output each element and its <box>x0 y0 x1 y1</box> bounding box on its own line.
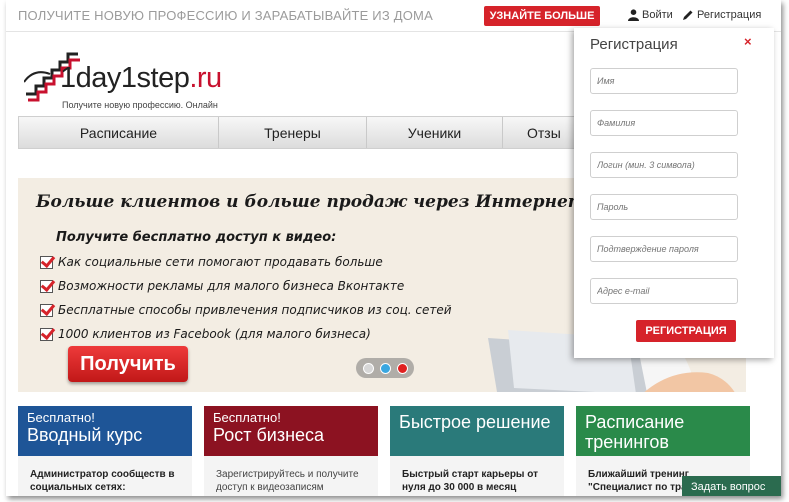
password-field[interactable] <box>590 194 738 220</box>
checkbox-checked-icon <box>40 279 53 293</box>
pencil-icon <box>683 10 693 20</box>
card-intro-course[interactable]: Бесплатно! Вводный курс Администратор со… <box>18 406 192 496</box>
top-tagline: ПОЛУЧИТЕ НОВУЮ ПРОФЕССИЮ И ЗАРАБАТЫВАЙТЕ… <box>18 8 433 23</box>
get-access-button[interactable]: Получить <box>68 346 188 382</box>
nav-item-students[interactable]: Ученики <box>367 117 503 148</box>
checkbox-checked-icon <box>40 303 53 317</box>
card-tag: Бесплатно! <box>27 410 95 425</box>
card-title: Расписание тренингов <box>585 412 685 452</box>
card-title: Быстрое решение <box>399 412 551 432</box>
checkbox-checked-icon <box>40 255 53 269</box>
email-field[interactable] <box>590 278 738 304</box>
nav-item-schedule[interactable]: Расписание <box>19 117 219 148</box>
card-header: Расписание тренингов <box>576 406 750 456</box>
card-text: Администратор сообществ в социальных сет… <box>18 456 192 496</box>
list-item: 1000 клиентов из Facebook (для малого би… <box>40 322 452 346</box>
ask-question-tab[interactable]: Задать вопрос <box>682 476 781 496</box>
card-business-growth[interactable]: Бесплатно! Рост бизнеса Зарегистрируйтес… <box>204 406 378 496</box>
learn-more-button[interactable]: УЗНАЙТЕ БОЛЬШЕ <box>484 6 600 26</box>
card-title: Рост бизнеса <box>213 425 325 445</box>
logo-wordmark: 1day1step.ru <box>60 62 222 95</box>
close-icon[interactable]: × <box>744 34 752 49</box>
card-title: Вводный курс <box>27 425 143 445</box>
benefit-list: Как социальные сети помогают продавать б… <box>40 250 452 346</box>
user-icon <box>628 9 639 21</box>
password-confirm-field[interactable] <box>590 236 738 262</box>
card-tag: Бесплатно! <box>213 410 281 425</box>
login-field[interactable] <box>590 152 738 178</box>
benefit-text: 1000 клиентов из Facebook (для малого би… <box>58 327 371 341</box>
benefit-text: Возможности рекламы для малого бизнеса В… <box>58 279 405 293</box>
logo-brand-suffix: .ru <box>189 62 222 94</box>
list-item: Возможности рекламы для малого бизнеса В… <box>40 274 452 298</box>
card-header: Быстрое решение <box>390 406 564 456</box>
login-label: Войти <box>642 9 673 21</box>
slider-pagination <box>356 358 414 378</box>
feature-cards: Бесплатно! Вводный курс Администратор со… <box>18 406 758 496</box>
slider-dot-2[interactable] <box>379 362 391 374</box>
checkbox-checked-icon <box>40 327 53 341</box>
registration-panel: Регистрация × РЕГИСТРАЦИЯ <box>574 28 774 358</box>
card-header: Бесплатно! Рост бизнеса <box>204 406 378 456</box>
first-name-field[interactable] <box>590 68 738 94</box>
main-nav: Расписание Тренеры Ученики Отзы <box>18 116 578 149</box>
last-name-field[interactable] <box>590 110 738 136</box>
slider-dot-3[interactable] <box>396 362 408 374</box>
banner-headline: Больше клиентов и больше продаж через Ин… <box>36 192 586 212</box>
card-text: Быстрый старт карьеры от нуля до 30 000 … <box>390 456 564 496</box>
nav-item-trainers[interactable]: Тренеры <box>219 117 367 148</box>
list-item: Бесплатные способы привлечения подписчик… <box>40 298 452 322</box>
login-link[interactable]: Войти <box>628 9 673 21</box>
card-header: Бесплатно! Вводный курс <box>18 406 192 456</box>
register-submit-button[interactable]: РЕГИСТРАЦИЯ <box>636 320 736 342</box>
nav-item-reviews[interactable]: Отзы <box>503 117 577 148</box>
browser-viewport: ПОЛУЧИТЕ НОВУЮ ПРОФЕССИЮ И ЗАРАБАТЫВАЙТЕ… <box>6 0 781 496</box>
logo-brand-main: 1day1step <box>60 62 190 94</box>
logo-slogan: Получите новую профессию. Онлайн <box>62 100 218 110</box>
card-quick-solution[interactable]: Быстрое решение Быстрый старт карьеры от… <box>390 406 564 496</box>
site-logo[interactable]: 1day1step.ru Получите новую профессию. О… <box>24 44 284 114</box>
register-link[interactable]: Регистрация <box>682 9 761 21</box>
register-label: Регистрация <box>697 9 762 21</box>
benefit-text: Как социальные сети помогают продавать б… <box>58 255 383 269</box>
card-text: Зарегистрируйтесь и получите доступ к ви… <box>204 456 378 496</box>
benefit-text: Бесплатные способы привлечения подписчик… <box>58 303 452 317</box>
banner-subheadline: Получите бесплатно доступ к видео: <box>56 230 337 245</box>
slider-dot-1[interactable] <box>362 362 374 374</box>
registration-title: Регистрация <box>590 36 678 53</box>
list-item: Как социальные сети помогают продавать б… <box>40 250 452 274</box>
